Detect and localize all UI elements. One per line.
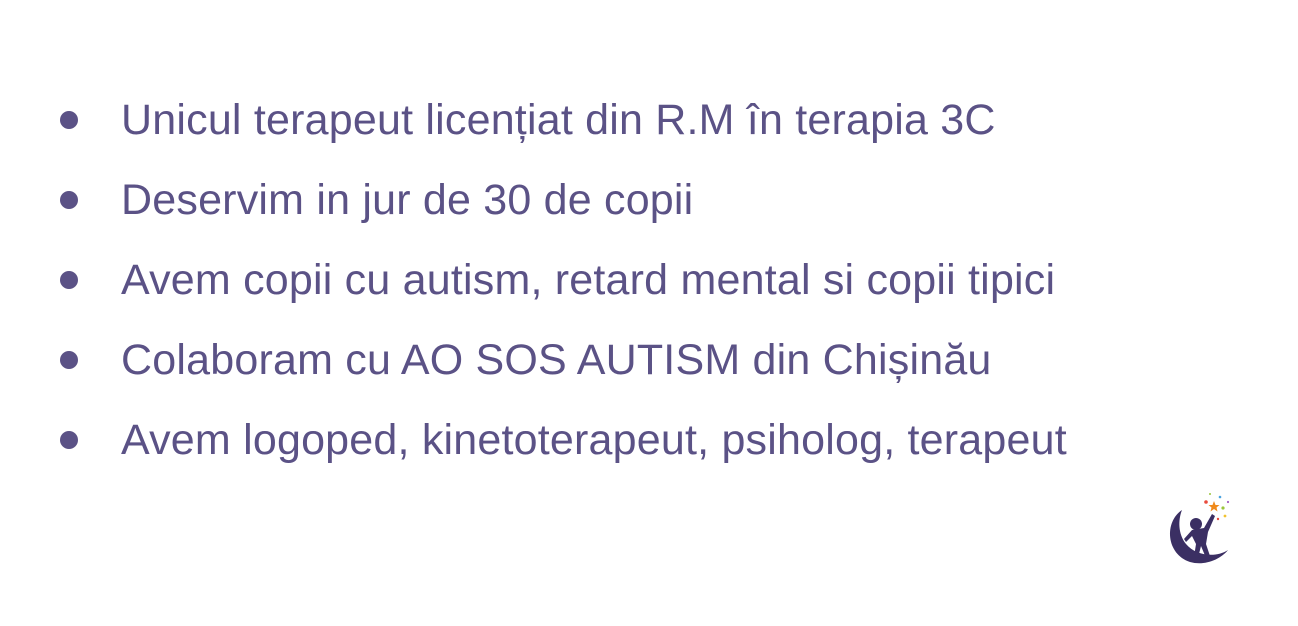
feature-list: Unicul terapeut licențiat din R.M în ter… (0, 80, 1298, 480)
list-item-text: Avem copii cu autism, retard mental si c… (121, 255, 1056, 304)
list-item: Colaboram cu AO SOS AUTISM din Chișinău (0, 320, 1298, 400)
bullet-icon (60, 111, 78, 129)
list-item: Unicul terapeut licențiat din R.M în ter… (0, 80, 1298, 160)
list-item-text: Deservim in jur de 30 de copii (121, 175, 694, 224)
bullet-icon (60, 351, 78, 369)
list-item: Avem copii cu autism, retard mental si c… (0, 240, 1298, 320)
list-item-text: Colaboram cu AO SOS AUTISM din Chișinău (121, 335, 992, 384)
bullet-icon (60, 431, 78, 449)
bullet-icon (60, 271, 78, 289)
list-item: Avem logoped, kinetoterapeut, psiholog, … (0, 400, 1298, 480)
child-reaching-for-stars-on-moon-logo-icon (1160, 488, 1238, 568)
list-item: Deservim in jur de 30 de copii (0, 160, 1298, 240)
list-item-text: Unicul terapeut licențiat din R.M în ter… (121, 95, 996, 144)
list-item-text: Avem logoped, kinetoterapeut, psiholog, … (121, 415, 1067, 464)
bullet-icon (60, 191, 78, 209)
